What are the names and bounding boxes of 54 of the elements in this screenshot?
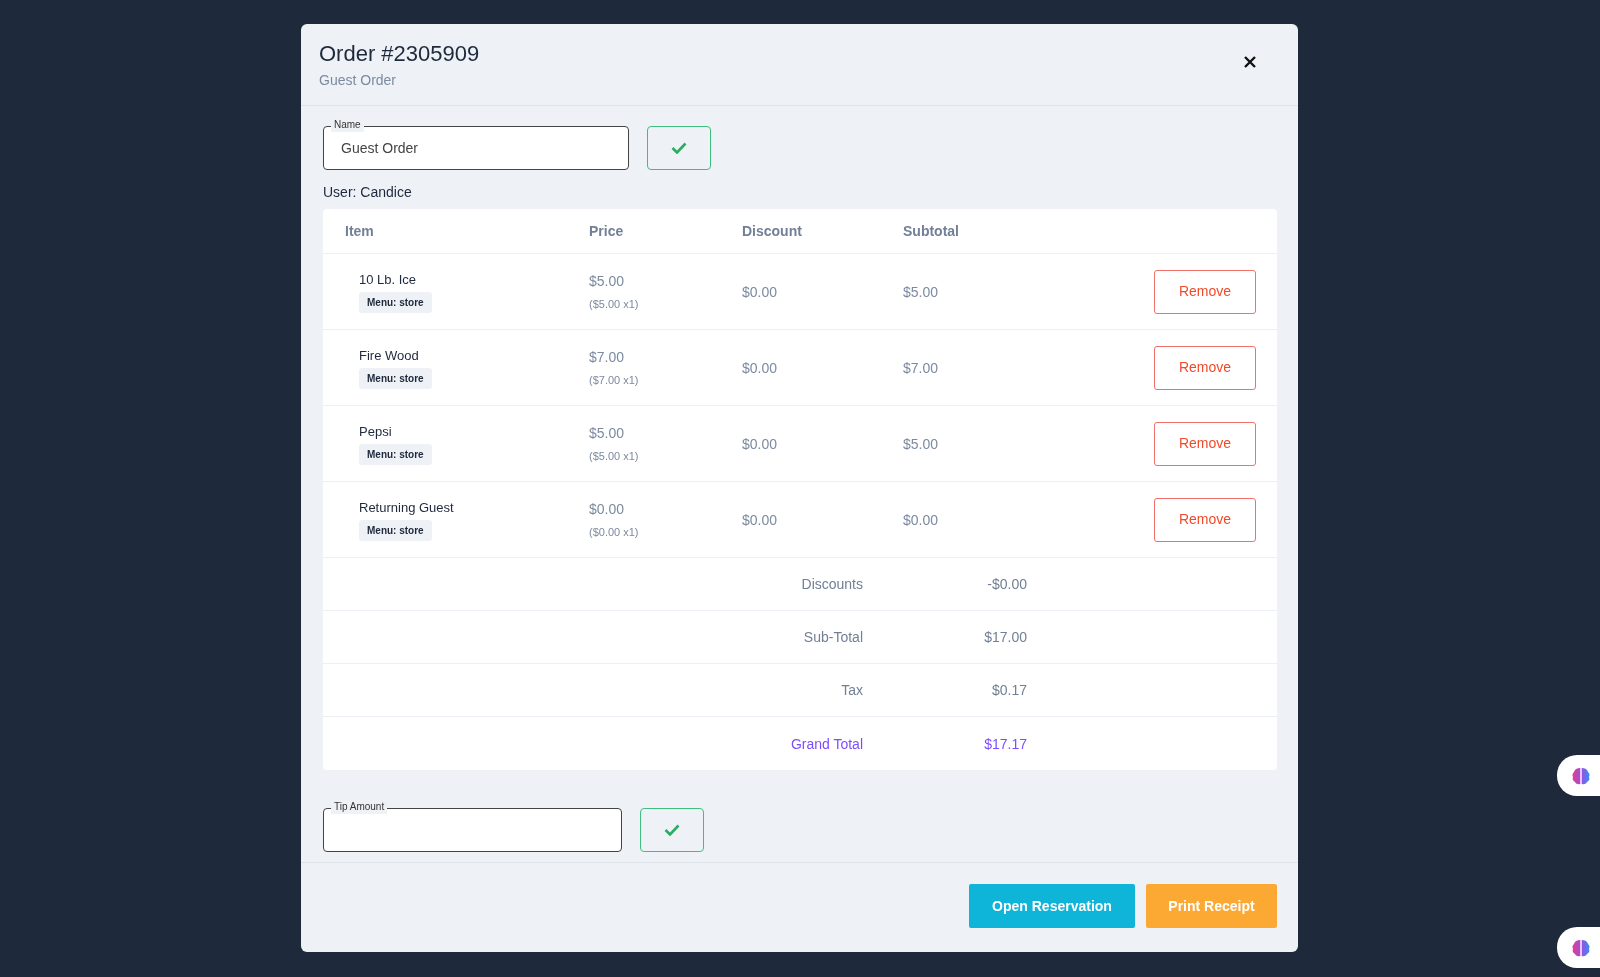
item-name: Pepsi <box>359 423 392 442</box>
remove-button[interactable]: Remove <box>1154 345 1256 390</box>
price-cell-text: $5.00 <box>589 271 625 291</box>
total-label: Sub-Total <box>803 629 863 645</box>
total-label: Tax <box>841 682 863 698</box>
menu-tag: Menu: store <box>359 443 432 465</box>
open-reservation-button[interactable]: Open Reservation <box>969 884 1135 928</box>
column-header: Subtotal <box>903 222 959 239</box>
subtotal-cell: $0.00 <box>903 511 939 528</box>
price-cell-text: $0.00 <box>589 499 625 519</box>
column-header: Item <box>345 222 374 239</box>
total-value: $17.17 <box>984 735 1027 752</box>
print-receipt-button[interactable]: Print Receipt <box>1146 884 1277 928</box>
tip-amount-field-label: Tip Amount <box>331 800 388 814</box>
brain-icon <box>1571 937 1591 958</box>
total-value: $0.17 <box>991 682 1027 698</box>
remove-button[interactable]: Remove <box>1154 421 1256 466</box>
unit-price-cell-text: ($0.00 x1) <box>589 524 639 540</box>
user-label: User: Candice <box>323 183 413 202</box>
assistant-button[interactable] <box>1557 755 1600 796</box>
subtotal-cell: $7.00 <box>903 359 939 376</box>
name-field-label: Name <box>331 118 364 132</box>
check-icon <box>671 142 687 154</box>
total-value: $17.00 <box>984 629 1027 645</box>
brain-icon <box>1571 765 1591 786</box>
menu-tag: Menu: store <box>359 519 432 541</box>
remove-button[interactable]: Remove <box>1154 269 1256 314</box>
unit-price-cell-text: ($5.00 x1) <box>589 296 639 312</box>
menu-tag: Menu: store <box>359 367 432 389</box>
remove-button[interactable]: Remove <box>1154 497 1256 542</box>
item-name: 10 Lb. Ice <box>359 271 417 290</box>
subtotal-cell: $5.00 <box>903 283 939 300</box>
total-value: -$0.00 <box>987 576 1027 592</box>
total-label: Grand Total <box>790 735 863 752</box>
discount-cell: $0.00 <box>742 283 778 300</box>
unit-price-cell-text: ($7.00 x1) <box>589 372 639 388</box>
close-icon <box>1244 56 1256 68</box>
item-name: Returning Guest <box>359 499 454 518</box>
menu-tag: Menu: store <box>359 291 432 313</box>
column-header: Price <box>589 222 624 239</box>
unit-price-cell-text: ($5.00 x1) <box>589 448 639 464</box>
column-header: Discount <box>742 222 802 239</box>
price-cell-text: $7.00 <box>589 347 625 367</box>
discount-cell: $0.00 <box>742 511 778 528</box>
price-cell-text: $5.00 <box>589 423 625 443</box>
discount-cell: $0.00 <box>742 359 778 376</box>
discount-cell: $0.00 <box>742 435 778 452</box>
assistant-button[interactable] <box>1557 927 1600 968</box>
total-label: Discounts <box>801 576 863 592</box>
item-name: Fire Wood <box>359 347 419 366</box>
check-icon <box>664 824 680 836</box>
subtotal-cell: $5.00 <box>903 435 939 452</box>
modal-subtitle: Guest Order <box>319 71 398 90</box>
modal-title: Order #2305909 <box>319 40 480 68</box>
